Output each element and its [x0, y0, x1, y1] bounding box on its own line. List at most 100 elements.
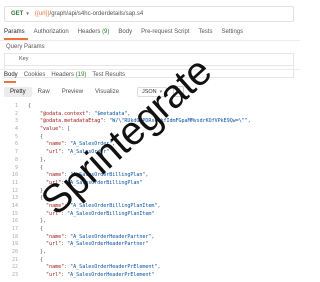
code-text: { [28, 256, 44, 263]
json-key: "url" [28, 272, 62, 279]
tab-label: Body [4, 72, 18, 78]
code-line: 23 "url": "A_SalesOrderHeaderPrElement" [4, 272, 298, 280]
visualize-button[interactable]: Visualize [89, 87, 125, 97]
tab-response-body[interactable]: Body [4, 72, 18, 78]
line-number: 11 [11, 179, 18, 186]
url-path: /graph/api/s4hc-orderdetails/sap.s4 [49, 11, 144, 17]
code-text: { [28, 133, 44, 140]
chevron-down-icon: ▾ [26, 11, 29, 17]
tab-test-results[interactable]: Test Results [92, 72, 125, 78]
tab-headers[interactable]: Headers (9) [78, 29, 110, 35]
code-line: 22 "name": "A_SalesOrderHeaderPrElement"… [4, 264, 298, 272]
tab-settings[interactable]: Settings [221, 29, 243, 35]
divider [0, 40, 300, 41]
json-value: "A_SalesOrderHeaderPartner" [67, 241, 149, 248]
tab-label: Test Results [92, 72, 126, 78]
tab-label: Params [4, 29, 25, 35]
code-line: 7 "url": "A_SalesOrder" [4, 149, 298, 157]
http-method-select[interactable]: GET ▾ [5, 11, 35, 17]
key-column-header: Key [19, 56, 29, 62]
json-value: "A_SalesOrderHeaderPrElement", [70, 264, 161, 271]
tab-label: Body [118, 29, 133, 35]
code-line: 15 "url": "A_SalesOrderBillingPlanItem" [4, 211, 298, 219]
json-key: "name" [28, 141, 65, 148]
request-url-input[interactable]: {{url}}/graph/api/s4hc-orderdetails/sap.… [35, 11, 143, 17]
tab-label: Settings [221, 29, 244, 35]
url-variable: {{url}} [34, 11, 50, 17]
line-number: 20 [11, 249, 18, 256]
request-tabs: Params Authorization Headers (9) Body Pr… [4, 29, 243, 35]
code-line: 21 { [4, 257, 298, 265]
json-key: "@odata.metadataEtag" [28, 118, 104, 125]
line-number: 10 [11, 172, 18, 179]
request-url-bar[interactable]: GET ▾ {{url}}/graph/api/s4hc-orderdetail… [4, 6, 294, 22]
line-number: 4 [14, 126, 18, 133]
line-number: 15 [11, 210, 18, 217]
line-number: 8 [14, 156, 18, 163]
tab-params[interactable]: Params [4, 29, 25, 35]
tab-tests[interactable]: Tests [198, 29, 212, 35]
tab-label: Headers [51, 72, 75, 78]
tab-count: (19) [75, 72, 87, 78]
json-value: "A_SalesOrderHeaderPrElement" [67, 272, 155, 279]
json-key: "name" [28, 233, 65, 240]
json-value: [ [67, 126, 71, 133]
code-text: { [28, 226, 44, 232]
code-text: }, [28, 249, 47, 256]
query-params-header-row: Key [5, 54, 293, 66]
json-key: "url" [28, 149, 62, 156]
tab-pre-request-script[interactable]: Pre-request Script [141, 29, 189, 35]
code-line: 20 }, [4, 249, 298, 257]
tab-body[interactable]: Body [118, 29, 132, 35]
tab-label: Cookies [23, 72, 46, 78]
line-number: 7 [14, 149, 18, 156]
code-line: 16 }, [4, 218, 298, 226]
pretty-button[interactable]: Pretty [4, 86, 32, 97]
response-tabs: Body Cookies Headers (19) Test Results [4, 72, 125, 78]
json-key: "value" [28, 126, 62, 133]
tab-label: Tests [198, 29, 213, 35]
line-number: 9 [14, 164, 18, 171]
line-number: 23 [11, 272, 18, 279]
line-number: 21 [11, 256, 18, 263]
tab-label: Authorization [33, 29, 69, 35]
line-number: 5 [14, 133, 18, 140]
line-number: 18 [11, 233, 18, 240]
active-tab-indicator [4, 81, 16, 83]
tab-authorization[interactable]: Authorization [34, 29, 69, 35]
tab-label: Headers [77, 29, 101, 35]
json-key: "@odata.context" [28, 110, 89, 117]
preview-button[interactable]: Preview [56, 87, 89, 97]
line-number: 12 [11, 187, 18, 194]
tab-response-headers[interactable]: Headers (19) [51, 72, 86, 78]
code-line: 19 "url": "A_SalesOrderHeaderPartner" [4, 241, 298, 249]
code-text: }, [28, 156, 47, 163]
line-number: 16 [11, 218, 18, 225]
line-number: 19 [11, 241, 18, 248]
code-line: 8 }, [4, 157, 298, 165]
http-method-label: GET [11, 11, 24, 17]
json-value: "A_SalesOrderHeaderPartner", [70, 233, 155, 240]
divider [0, 69, 300, 70]
line-number: 14 [11, 202, 18, 209]
json-key: "url" [28, 241, 62, 248]
tab-cookies[interactable]: Cookies [24, 72, 46, 78]
line-number: 2 [14, 110, 18, 117]
code-line: 17 { [4, 226, 298, 234]
code-line: 18 "name": "A_SalesOrderHeaderPartner", [4, 234, 298, 242]
tab-label: Pre-request Script [141, 29, 190, 35]
code-text: }, [28, 218, 47, 225]
line-number: 1 [14, 103, 18, 109]
line-number: 13 [11, 195, 18, 202]
json-value: "A_SalesOrderBillingPlanItem" [67, 210, 155, 217]
json-key: "name" [28, 264, 65, 271]
query-params-title: Query Params [6, 44, 45, 50]
code-text: { [28, 164, 44, 171]
line-number: 6 [14, 141, 18, 148]
code-line: 9 { [4, 165, 298, 173]
raw-button[interactable]: Raw [32, 87, 56, 97]
line-number: 22 [11, 264, 18, 271]
line-number: 17 [11, 226, 18, 232]
code-text: { [28, 103, 32, 109]
tab-count: (9) [102, 29, 110, 35]
